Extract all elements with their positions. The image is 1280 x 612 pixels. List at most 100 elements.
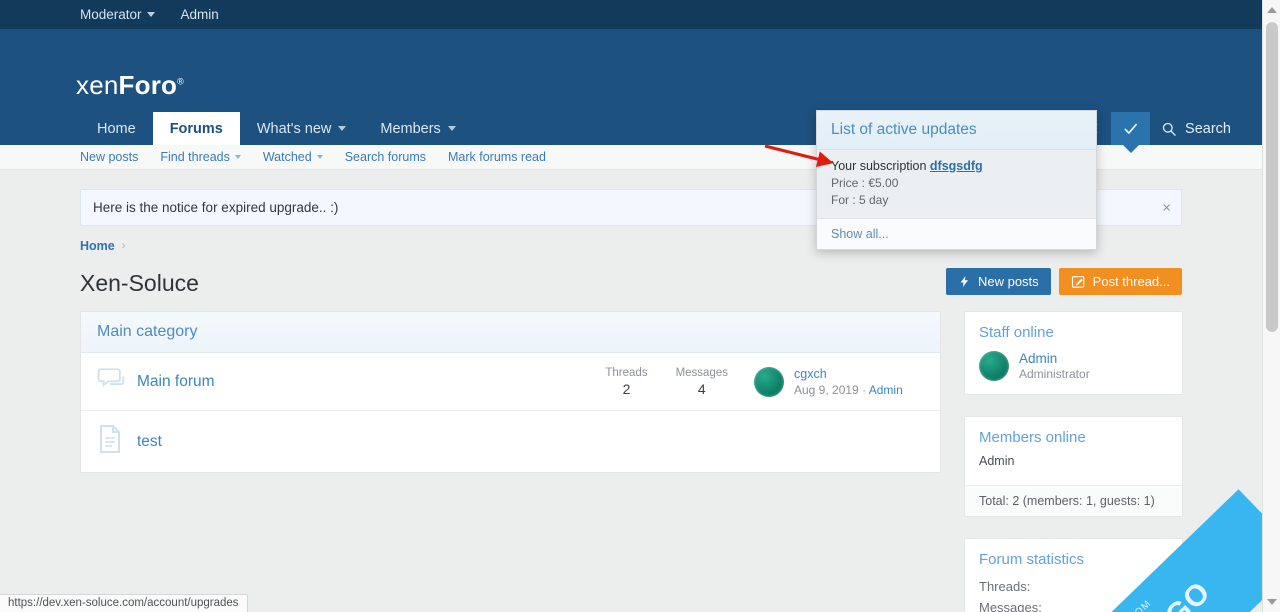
subnav-mark-forums-read-label: Mark forums read (448, 150, 546, 164)
nav-tab-home-label: Home (97, 120, 136, 137)
scroll-up-arrow-icon[interactable] (1266, 7, 1277, 13)
widget-staff-online: Staff online Admin Administrator (964, 311, 1183, 395)
subnav-watched-label: Watched (262, 150, 312, 164)
members-online-body: Admin (965, 454, 1182, 485)
node-title-link[interactable]: Main forum (137, 373, 215, 390)
sidebar: Staff online Admin Administrator Members… (964, 311, 1183, 612)
staff-member-name[interactable]: Admin (1019, 351, 1090, 366)
avatar[interactable] (754, 366, 784, 397)
last-post-separator: · (862, 382, 867, 397)
subscription-price: Price : €5.00 (831, 176, 899, 190)
admin-strip-item-admin[interactable]: Admin (181, 7, 219, 22)
category-header: Main category (81, 312, 940, 353)
subnav-item-find-threads[interactable]: Find threads (160, 150, 241, 164)
subnav-new-posts-label: New posts (80, 150, 139, 164)
avatar[interactable] (979, 351, 1009, 381)
lightning-icon (960, 275, 969, 288)
admin-strip-item-moderator[interactable]: Moderator (80, 7, 155, 22)
last-post-title[interactable]: cgxch (794, 367, 903, 381)
forum-statistics-title: Forum statistics (979, 551, 1085, 568)
status-bar-url: https://dev.xen-soluce.com/account/upgra… (0, 594, 248, 612)
check-icon (1124, 123, 1137, 134)
chevron-down-icon (447, 126, 456, 131)
logo-suffix: Foro (118, 70, 178, 100)
subnav-item-watched[interactable]: Watched (263, 150, 323, 164)
staff-member-row[interactable]: Admin Administrator (979, 349, 1168, 381)
breadcrumb-separator-icon: › (121, 240, 126, 252)
page-action-buttons: New posts Post thread... (945, 268, 1182, 297)
new-posts-button[interactable]: New posts (945, 268, 1051, 295)
new-posts-button-label: New posts (977, 274, 1039, 289)
popup-show-all-link[interactable]: Show all... (817, 218, 1096, 249)
subnav-item-search-forums[interactable]: Search forums (345, 150, 426, 164)
page-title: Xen-Soluce (80, 270, 199, 296)
forum-node-row[interactable]: test (81, 411, 940, 472)
active-updates-button[interactable] (1111, 112, 1151, 145)
chevron-down-icon (234, 155, 241, 159)
staff-online-body: Admin Administrator (965, 349, 1182, 394)
admin-strip-admin-label: Admin (180, 7, 219, 22)
node-stat-messages: Messages 4 (676, 367, 728, 397)
nav-tab-members[interactable]: Members (363, 112, 472, 145)
logo-prefix: xen (76, 70, 119, 100)
post-thread-button[interactable]: Post thread... (1058, 268, 1182, 295)
logo-registered-mark: ® (177, 76, 184, 87)
staff-online-title: Staff online (979, 324, 1054, 341)
nav-tab-whats-new[interactable]: What's new (240, 112, 364, 145)
subnav-item-new-posts[interactable]: New posts (80, 150, 138, 164)
search-label: Search (1185, 120, 1231, 137)
notice-close-icon[interactable]: × (1162, 200, 1171, 215)
nav-tab-members-label: Members (380, 120, 441, 137)
nav-tab-home[interactable]: Home (80, 112, 153, 145)
breadcrumb-item-home[interactable]: Home (80, 239, 115, 253)
main-column: Main category Main forum Threads 2 Messa… (80, 311, 941, 473)
content-columns: Main category Main forum Threads 2 Messa… (80, 311, 1183, 612)
search-button[interactable]: Search (1150, 112, 1242, 145)
stat-key: Threads: (979, 579, 1031, 594)
staff-member-info: Admin Administrator (1019, 351, 1090, 381)
members-online-total: Total: 2 (members: 1, guests: 1) (965, 485, 1182, 516)
messages-label: Messages (675, 366, 728, 379)
subnav-item-mark-forums-read[interactable]: Mark forums read (448, 150, 546, 164)
node-title-link[interactable]: test (137, 433, 162, 450)
subscription-duration: For : 5 day (831, 193, 889, 207)
last-post-meta: Aug 9, 2019 · Admin (794, 383, 903, 397)
last-post-text: cgxch Aug 9, 2019 · Admin (794, 367, 903, 397)
subscription-link[interactable]: dfsgsdfg (930, 159, 983, 173)
content-wrapper: Here is the notice for expired upgrade..… (0, 189, 1262, 612)
last-post-author[interactable]: Admin (869, 383, 903, 397)
subnav-find-threads-label: Find threads (160, 150, 230, 164)
node-icon-wrapper (97, 424, 137, 459)
nav-tab-forums[interactable]: Forums (152, 112, 240, 145)
subscription-prefix: Your subscription (831, 159, 927, 173)
members-online-title: Members online (979, 429, 1086, 446)
pencil-square-icon (1071, 276, 1084, 288)
popup-title: List of active updates (817, 111, 1096, 150)
online-member-item[interactable]: Admin (979, 454, 1168, 472)
scrollbar-thumb[interactable] (1266, 22, 1278, 332)
site-logo[interactable]: xenForo® (76, 70, 184, 101)
node-last-post: cgxch Aug 9, 2019 · Admin (754, 366, 924, 397)
subnav-search-forums-label: Search forums (344, 150, 426, 164)
browser-viewport: Moderator Admin xenForo® Home Forums Wha… (0, 0, 1280, 612)
popup-body: Your subscription dfsgsdfg Price : €5.00… (817, 150, 1096, 218)
show-all-label: Show all... (831, 227, 889, 241)
node-title: Main forum (137, 373, 605, 391)
stat-key: Messages: (979, 600, 1042, 612)
scroll-down-arrow-icon[interactable] (1266, 599, 1277, 605)
active-updates-popup: List of active updates Your subscription… (816, 110, 1097, 250)
search-icon (1162, 122, 1176, 136)
nav-tab-forums-label: Forums (169, 120, 223, 137)
post-thread-button-label: Post thread... (1092, 274, 1170, 289)
threads-label: Threads (605, 366, 648, 379)
threads-value: 2 (622, 380, 631, 397)
node-title: test (137, 433, 924, 451)
node-stats: Threads 2 Messages 4 (605, 367, 728, 397)
node-stat-threads: Threads 2 (605, 367, 647, 397)
chevron-down-icon (338, 126, 347, 131)
browser-scrollbar[interactable] (1262, 0, 1280, 612)
node-icon-wrapper (97, 366, 137, 397)
nav-tab-whats-new-label: What's new (256, 120, 332, 137)
subscription-line: Your subscription dfsgsdfg (831, 159, 1082, 173)
forum-node-row[interactable]: Main forum Threads 2 Messages 4 cgxch Au… (81, 353, 940, 411)
